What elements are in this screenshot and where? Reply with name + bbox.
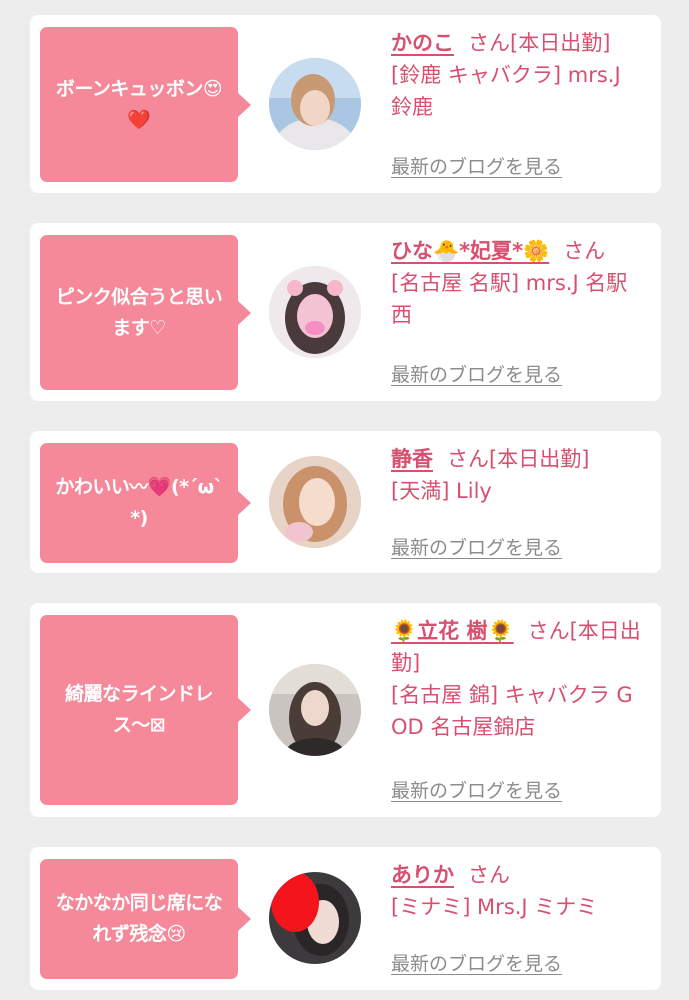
store-name: [名古屋 錦] キャバクラ GOD 名古屋錦店	[391, 683, 633, 739]
blog-link[interactable]: 最新のブログを見る	[391, 152, 562, 179]
cast-card: なかなか同じ席になれず残念😢 ありか さん [ミナミ] Mrs.J ミナミ 最新の…	[30, 847, 661, 990]
cast-name-link[interactable]: ひな🐣*妃夏*🌼	[391, 239, 549, 263]
blog-link[interactable]: 最新のブログを見る	[391, 949, 562, 976]
status-badge: [本日出勤]	[510, 31, 611, 55]
woman-photo-avatar-icon	[269, 664, 361, 756]
blog-link[interactable]: 最新のブログを見る	[391, 776, 562, 803]
honorific: さん	[447, 447, 489, 471]
honorific: さん	[563, 239, 606, 263]
woman-photo-avatar-icon	[269, 266, 361, 358]
woman-photo-avatar-icon	[269, 872, 361, 964]
blog-link[interactable]: 最新のブログを見る	[391, 533, 562, 560]
honorific: さん	[468, 31, 510, 55]
comment-text: ボーンキュッボン😍❤️	[55, 77, 223, 131]
store-name: [名古屋 名駅] mrs.J 名駅西	[391, 271, 628, 327]
cast-info: 🌻立花 樹🌻 さん[本日出勤] [名古屋 錦] キャバクラ GOD 名古屋錦店	[391, 615, 647, 743]
honorific: さん	[468, 863, 510, 887]
comment-text: ピンク似合うと思います♡	[55, 285, 223, 339]
cast-info: ありか さん [ミナミ] Mrs.J ミナミ	[391, 859, 647, 923]
cast-card: ピンク似合うと思います♡ ひな🐣*妃夏*🌼 さん [名古屋 名駅] mrs.J 名…	[30, 223, 661, 401]
cast-card: ボーンキュッボン😍❤️ かのこ さん[本日出勤] [鈴鹿 キャバクラ] mrs.J…	[30, 15, 661, 193]
cast-info: ひな🐣*妃夏*🌼 さん [名古屋 名駅] mrs.J 名駅西	[391, 235, 647, 331]
comment-bubble: ピンク似合うと思います♡	[40, 235, 251, 390]
cast-name-link[interactable]: 🌻立花 樹🌻	[391, 619, 514, 643]
cast-avatar[interactable]	[269, 456, 361, 548]
store-name: [ミナミ] Mrs.J ミナミ	[391, 895, 598, 919]
honorific: さん	[527, 619, 570, 643]
cast-avatar[interactable]	[269, 664, 361, 756]
comment-bubble: かわいい〰💗(*´ω`*)	[40, 443, 251, 563]
cast-avatar[interactable]	[269, 266, 361, 358]
woman-photo-avatar-icon	[269, 58, 361, 150]
cast-card: かわいい〰💗(*´ω`*) 静香 さん[本日出勤] [天満] Lily 最新のブロ…	[30, 431, 661, 573]
comment-bubble: 綺麗なラインドレス〜⊠	[40, 615, 251, 805]
comment-bubble: ボーンキュッボン😍❤️	[40, 27, 251, 182]
store-name: [鈴鹿 キャバクラ] mrs.J 鈴鹿	[391, 63, 621, 119]
store-name: [天満] Lily	[391, 479, 492, 503]
comment-text: なかなか同じ席になれず残念😢	[55, 892, 223, 945]
blog-link[interactable]: 最新のブログを見る	[391, 360, 562, 387]
cast-name-link[interactable]: かのこ	[391, 31, 454, 55]
cast-avatar[interactable]	[269, 58, 361, 150]
cast-name-link[interactable]: 静香	[391, 447, 433, 471]
comment-text: 綺麗なラインドレス〜⊠	[64, 683, 214, 736]
status-badge: [本日出勤]	[489, 447, 590, 471]
comment-text: かわいい〰💗(*´ω`*)	[55, 476, 223, 529]
cast-name-link[interactable]: ありか	[391, 863, 454, 887]
cast-avatar[interactable]	[269, 872, 361, 964]
cast-info: 静香 さん[本日出勤] [天満] Lily	[391, 443, 647, 507]
cast-info: かのこ さん[本日出勤] [鈴鹿 キャバクラ] mrs.J 鈴鹿	[391, 27, 647, 123]
woman-photo-avatar-icon	[269, 456, 361, 548]
cast-card: 綺麗なラインドレス〜⊠ 🌻立花 樹🌻 さん[本日出勤] [名古屋 錦] キャバクラ…	[30, 603, 661, 817]
comment-bubble: なかなか同じ席になれず残念😢	[40, 859, 251, 979]
